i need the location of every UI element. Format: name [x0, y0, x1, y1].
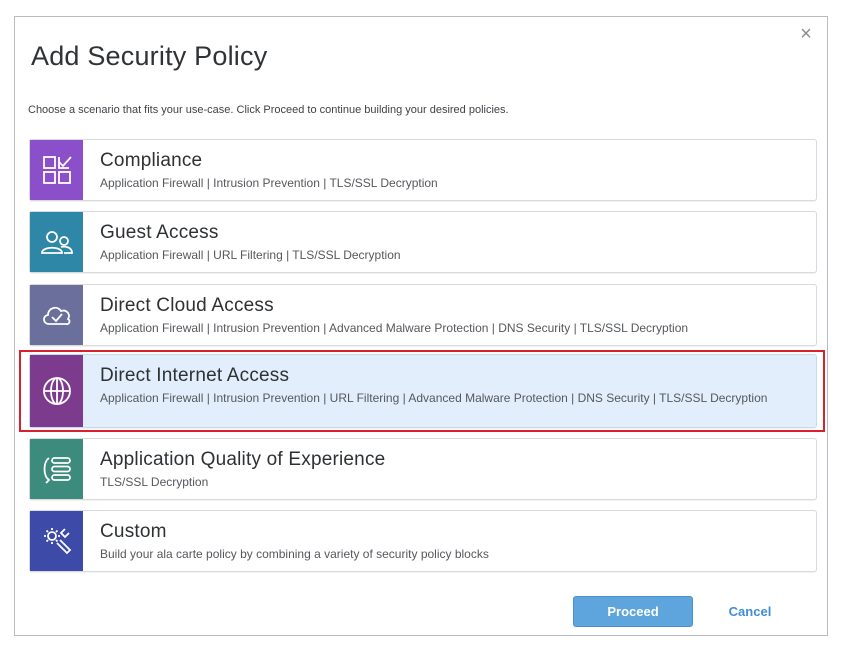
scenario-features: Application Firewall | URL Filtering | T…	[100, 248, 401, 262]
proceed-button[interactable]: Proceed	[573, 596, 693, 627]
guest-users-icon	[30, 212, 83, 272]
cloud-check-icon	[30, 285, 83, 345]
scenario-features: Application Firewall | Intrusion Prevent…	[100, 176, 438, 190]
close-icon[interactable]: ×	[797, 24, 815, 44]
add-security-policy-dialog: × Add Security Policy Choose a scenario …	[14, 16, 828, 636]
dialog-title: Add Security Policy	[31, 41, 268, 71]
scenario-name: Custom	[100, 521, 167, 542]
scenario-card-custom[interactable]: Custom Build your ala carte policy by co…	[29, 510, 817, 572]
scenario-card-direct-internet-access[interactable]: Direct Internet Access Application Firew…	[29, 354, 817, 428]
scenario-features: Application Firewall | Intrusion Prevent…	[100, 321, 689, 335]
scenario-features: Build your ala carte policy by combining…	[100, 547, 489, 561]
scenario-name: Direct Internet Access	[100, 365, 290, 386]
custom-tools-icon	[30, 511, 83, 571]
scenario-features: TLS/SSL Decryption	[100, 475, 209, 489]
scenario-features: Application Firewall | Intrusion Prevent…	[100, 391, 768, 405]
scenario-card-guest-access[interactable]: Guest Access Application Firewall | URL …	[29, 211, 817, 273]
scenario-name: Compliance	[100, 150, 203, 171]
cancel-button[interactable]: Cancel	[715, 596, 785, 627]
scenario-name: Direct Cloud Access	[100, 295, 274, 316]
dialog-subtitle: Choose a scenario that fits your use-cas…	[28, 104, 509, 116]
app-qoe-icon	[30, 439, 83, 499]
scenario-name: Application Quality of Experience	[100, 449, 386, 470]
scenario-card-direct-cloud-access[interactable]: Direct Cloud Access Application Firewall…	[29, 284, 817, 346]
compliance-checklist-icon	[30, 140, 83, 200]
scenario-name: Guest Access	[100, 222, 219, 243]
scenario-card-compliance[interactable]: Compliance Application Firewall | Intrus…	[29, 139, 817, 201]
scenario-card-application-quality-of-experience[interactable]: Application Quality of Experience TLS/SS…	[29, 438, 817, 500]
globe-icon	[30, 355, 83, 427]
